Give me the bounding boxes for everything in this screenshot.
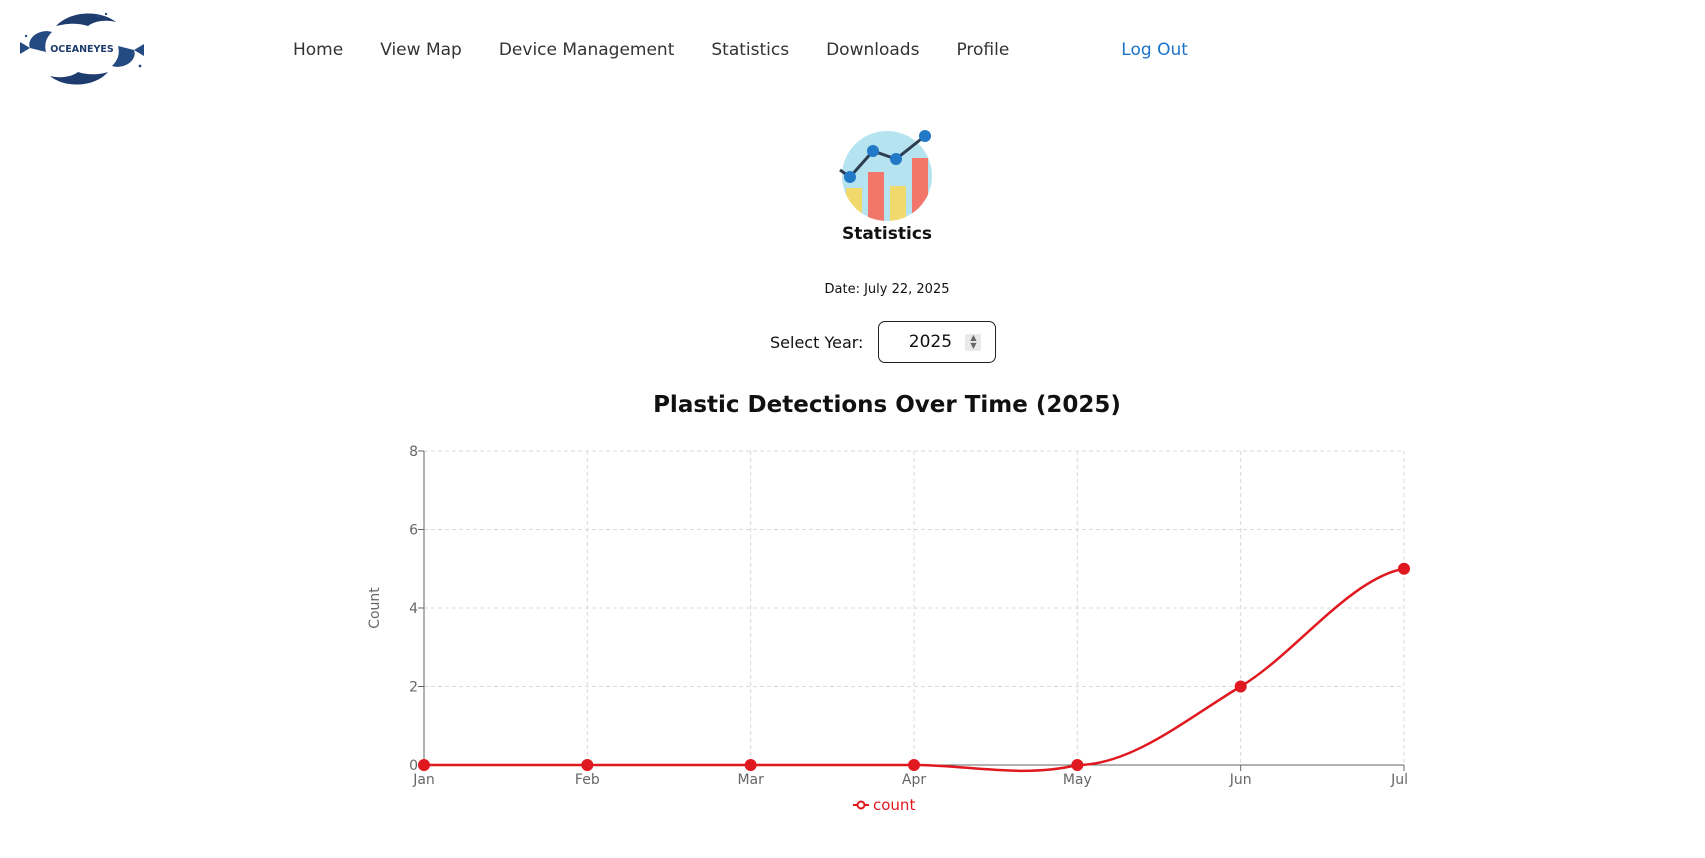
y-tick-label: 6 — [409, 523, 418, 539]
y-tick-label: 4 — [409, 601, 418, 617]
data-point[interactable] — [908, 759, 920, 771]
y-tick-label: 8 — [409, 444, 418, 460]
line-chart: 02468Jan Feb Mar Apr May Jun Jul Count count — [367, 444, 1410, 814]
y-axis-title: Count — [367, 587, 383, 629]
x-tick-label: May — [1063, 772, 1092, 788]
chart-axes — [418, 450, 1405, 771]
data-point[interactable] — [1071, 759, 1084, 771]
x-tick-label: Apr — [902, 772, 926, 788]
y-tick-label: 2 — [409, 680, 418, 696]
x-tick-label: Mar — [737, 772, 764, 788]
x-tick-label: Jul — [1390, 772, 1408, 788]
x-tick-label: Jun — [1229, 772, 1252, 788]
x-tick-label: Jan — [412, 772, 435, 788]
chart-legend[interactable]: count — [853, 796, 915, 814]
data-point[interactable] — [581, 759, 594, 771]
chart-grid — [423, 450, 1405, 766]
data-point[interactable] — [1234, 680, 1247, 693]
data-point[interactable] — [418, 759, 430, 771]
x-tick-label: Feb — [575, 772, 600, 788]
data-point[interactable] — [1398, 562, 1410, 575]
legend-label: count — [873, 796, 915, 814]
data-point[interactable] — [744, 759, 757, 771]
chart-labels: 02468Jan Feb Mar Apr May Jun Jul — [409, 444, 1408, 788]
